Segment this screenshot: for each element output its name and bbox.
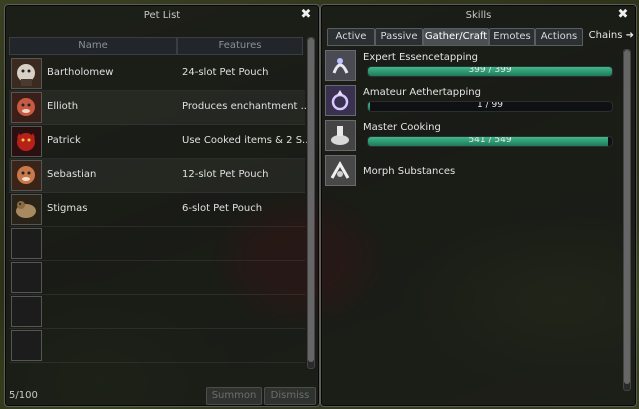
summon-button[interactable]: Summon: [206, 387, 262, 405]
skill-progress-bar: 399 / 399: [367, 66, 613, 77]
pet-row-empty[interactable]: [9, 227, 305, 261]
aethertapping-skill-icon: [325, 85, 356, 116]
pet-row-empty[interactable]: [9, 329, 305, 363]
pet-name: Patrick: [47, 135, 81, 146]
empty-slot: [11, 228, 42, 259]
pet-row-bartholomew[interactable]: Bartholomew 24-slot Pet Pouch: [9, 57, 305, 91]
skill-name: Morph Substances: [363, 166, 456, 177]
skills-window: Skills ✖ Active Passive Gather/Craft Emo…: [320, 4, 637, 407]
pet-avatar-icon: [11, 126, 42, 157]
skill-row-morph[interactable]: Morph Substances: [325, 154, 615, 188]
pet-list-scrollbar[interactable]: [307, 37, 315, 369]
tab-gather-craft[interactable]: Gather/Craft: [423, 28, 489, 46]
pet-name: Stigmas: [47, 203, 88, 214]
skills-title: Skills: [465, 10, 492, 21]
tab-chains[interactable]: Chains ➜: [589, 28, 634, 44]
progress-text: 541 / 549: [468, 136, 512, 145]
pet-avatar-icon: [11, 194, 42, 225]
empty-slot: [11, 296, 42, 327]
tab-passive[interactable]: Passive: [375, 28, 423, 46]
pet-list-title: Pet List: [143, 10, 181, 21]
pet-features: Produces enchantment ...: [182, 101, 311, 112]
pet-avatar-icon: [11, 92, 42, 123]
scrollbar-thumb[interactable]: [624, 50, 630, 384]
pet-row-ellioth[interactable]: Ellioth Produces enchantment ...: [9, 91, 310, 125]
skills-scrollbar[interactable]: [623, 49, 631, 391]
column-header-features[interactable]: Features: [177, 37, 303, 55]
skill-name: Amateur Aethertapping: [363, 87, 481, 98]
pet-features: 12-slot Pet Pouch: [182, 169, 269, 180]
skill-row-essencetapping[interactable]: Expert Essencetapping 399 / 399: [325, 49, 615, 83]
pet-features: 24-slot Pet Pouch: [182, 67, 269, 78]
pet-avatar-icon: [11, 58, 42, 89]
skill-progress-bar: 541 / 549: [367, 136, 613, 147]
pet-avatar-icon: [11, 160, 42, 191]
scrollbar-thumb[interactable]: [308, 38, 314, 362]
pet-row-empty[interactable]: [9, 295, 305, 329]
skill-progress-bar: 1 / 99: [367, 101, 613, 112]
pet-row-patrick[interactable]: Patrick Use Cooked items & 2 S...: [9, 125, 312, 159]
dismiss-button[interactable]: Dismiss: [264, 387, 316, 405]
cooking-skill-icon: [325, 120, 356, 151]
close-icon[interactable]: ✖: [299, 8, 313, 22]
pet-row-empty[interactable]: [9, 261, 305, 295]
progress-text: 399 / 399: [468, 66, 512, 75]
pet-name: Ellioth: [47, 101, 79, 112]
skill-name: Expert Essencetapping: [363, 52, 479, 63]
empty-slot: [11, 262, 42, 293]
tab-emotes[interactable]: Emotes: [489, 28, 535, 46]
progress-text: 1 / 99: [477, 101, 503, 110]
pet-features: 6-slot Pet Pouch: [182, 203, 263, 214]
tab-actions[interactable]: Actions: [535, 28, 583, 46]
pet-features: Use Cooked items & 2 S...: [182, 135, 312, 146]
pet-count: 5/100: [9, 390, 38, 401]
column-header-name[interactable]: Name: [9, 37, 177, 55]
pet-name: Sebastian: [47, 169, 97, 180]
skill-name: Master Cooking: [363, 122, 441, 133]
morph-skill-icon: [325, 155, 356, 186]
pet-row-sebastian[interactable]: Sebastian 12-slot Pet Pouch: [9, 159, 305, 193]
essencetapping-skill-icon: [325, 50, 356, 81]
skill-row-aethertapping[interactable]: Amateur Aethertapping 1 / 99: [325, 84, 615, 118]
pet-row-stigmas[interactable]: Stigmas 6-slot Pet Pouch: [9, 193, 305, 227]
empty-slot: [11, 330, 42, 361]
pet-list-window: Pet List ✖ Name Features Bartholomew 24-…: [4, 4, 320, 407]
skill-row-cooking[interactable]: Master Cooking 541 / 549: [325, 119, 615, 153]
close-icon[interactable]: ✖: [616, 8, 630, 22]
tab-active[interactable]: Active: [327, 28, 375, 46]
pet-name: Bartholomew: [47, 67, 114, 78]
